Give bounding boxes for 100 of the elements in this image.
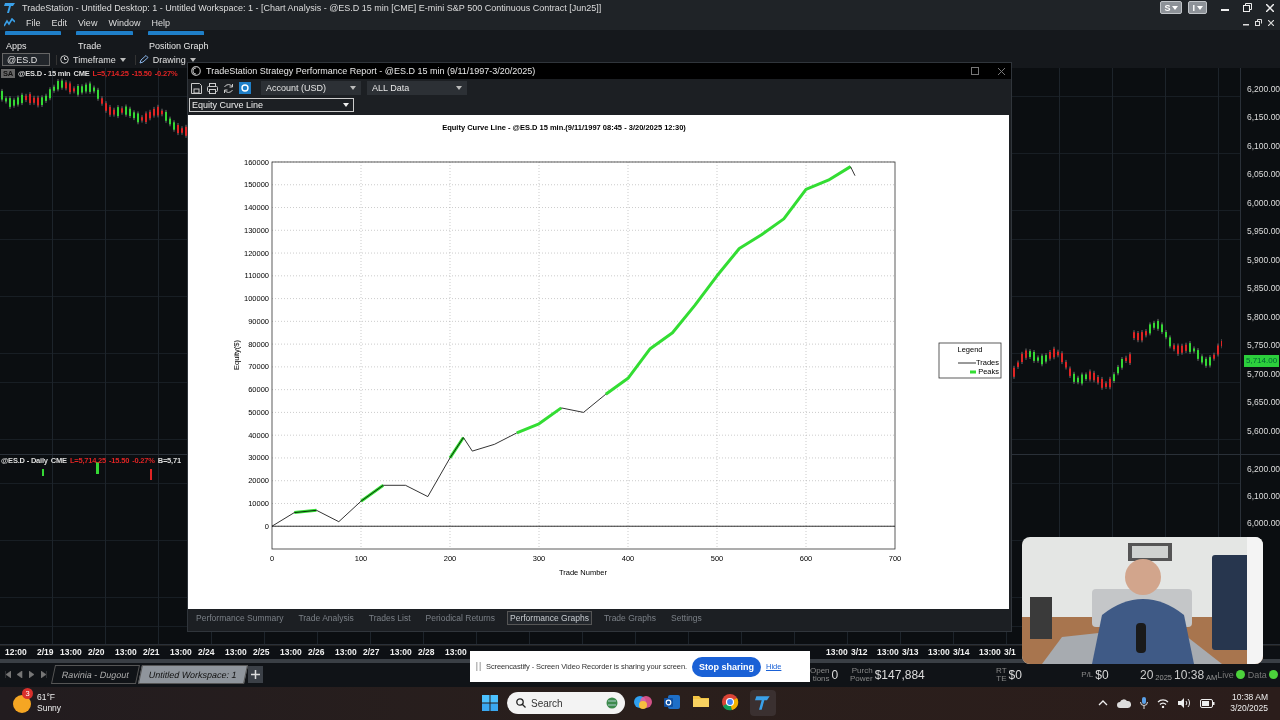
- candlestick: [1073, 371, 1075, 384]
- time-label: 13:00: [390, 647, 412, 658]
- candlestick: [1101, 376, 1103, 390]
- candlestick: [1193, 345, 1195, 353]
- candlestick: [53, 84, 55, 93]
- menu-item[interactable]: Window: [108, 18, 141, 28]
- candlestick: [1053, 346, 1055, 359]
- report-icon: [191, 66, 201, 76]
- candlestick: [1109, 376, 1111, 389]
- stop-sharing-button[interactable]: Stop sharing: [691, 656, 761, 677]
- search-icon: [516, 698, 526, 709]
- pen-icon: [138, 55, 149, 65]
- candlestick: [105, 100, 107, 113]
- candlestick: [173, 119, 175, 132]
- candlestick: [1117, 364, 1119, 375]
- menu-item[interactable]: Help: [151, 18, 170, 28]
- report-tab[interactable]: Settings: [668, 611, 705, 625]
- cloud-icon[interactable]: [1117, 698, 1132, 708]
- report-tab[interactable]: Performance Graphs: [507, 611, 592, 625]
- candlestick: [101, 95, 103, 106]
- workspace-tab[interactable]: Ravinia - Dugout: [51, 665, 141, 685]
- date-label: 2/19: [37, 647, 54, 658]
- chevron-up-icon[interactable]: [1098, 700, 1109, 707]
- settings-icon[interactable]: [239, 82, 251, 94]
- app-icon[interactable]: [4, 18, 15, 28]
- candlestick: [1097, 374, 1099, 385]
- restore-icon[interactable]: [1255, 19, 1262, 27]
- toolbar-button[interactable]: Timeframe: [56, 54, 129, 65]
- add-tab-button[interactable]: [247, 666, 263, 684]
- report-tab[interactable]: Trade Graphs: [600, 611, 660, 625]
- restore-icon[interactable]: [1243, 3, 1252, 13]
- skip-icon[interactable]: [5, 671, 11, 679]
- report-tab[interactable]: Performance Summary: [193, 611, 287, 625]
- candlestick: [161, 108, 163, 116]
- plus-icon: [250, 670, 260, 680]
- microphone-icon[interactable]: [1140, 697, 1149, 710]
- date-label: 2/26: [308, 647, 325, 658]
- candlestick: [13, 97, 15, 108]
- time-label: 13:00: [979, 647, 1001, 658]
- candlestick: [77, 83, 79, 97]
- weather-condition: Sunny: [37, 703, 62, 715]
- candlestick: [1113, 371, 1115, 383]
- taskbar-clock[interactable]: 10:38 AM 3/20/2025: [1230, 692, 1268, 715]
- symbol-dropdown[interactable]: @ES.D: [2, 53, 50, 67]
- candlestick: [1157, 318, 1159, 331]
- candlestick: [1149, 321, 1151, 335]
- workspace-tab[interactable]: Untitled Workspace: 1: [138, 665, 248, 685]
- candlestick: [81, 83, 83, 95]
- report-tab[interactable]: Trades List: [365, 611, 414, 625]
- save-icon[interactable]: [191, 82, 202, 94]
- candlestick: [1017, 360, 1019, 369]
- wifi-icon[interactable]: [1157, 698, 1170, 709]
- report-tab[interactable]: Periodical Returns: [422, 611, 498, 625]
- windows-icon[interactable]: [482, 695, 498, 712]
- maximize-icon[interactable]: [971, 67, 979, 75]
- candlestick: [1049, 349, 1051, 361]
- battery-icon[interactable]: [1200, 698, 1216, 708]
- candlestick: [121, 105, 123, 115]
- candlestick: [113, 107, 115, 117]
- candlestick: [1033, 349, 1035, 363]
- candlestick: [5, 95, 7, 104]
- weather-icon[interactable]: [13, 695, 31, 714]
- candlestick: [1041, 353, 1043, 366]
- print-icon[interactable]: [207, 82, 218, 94]
- status-label: Open: [810, 666, 830, 675]
- candlestick: [73, 85, 75, 93]
- graph-type-dropdown[interactable]: Equity Curve Line: [189, 98, 354, 112]
- date-label: 3/12: [851, 647, 868, 658]
- candlestick: [1185, 342, 1187, 353]
- menu-item[interactable]: Edit: [51, 18, 68, 28]
- candlestick: [1021, 351, 1023, 364]
- candlestick: [25, 93, 27, 102]
- refresh-icon[interactable]: [223, 82, 234, 94]
- menu-item[interactable]: File: [26, 18, 41, 28]
- menu-item[interactable]: View: [78, 18, 98, 28]
- candlestick: [97, 87, 99, 101]
- app-icon[interactable]: [755, 695, 771, 712]
- indicator-label: Data: [1247, 669, 1267, 680]
- time-label: 13:00: [335, 647, 357, 658]
- time-label: 13:00: [115, 647, 137, 658]
- data-range-dropdown[interactable]: ALL Data: [367, 81, 467, 95]
- drag-handle-icon[interactable]: [476, 662, 481, 671]
- clock-icon: [60, 55, 69, 65]
- time-label: 13:00: [60, 647, 82, 658]
- candlestick: [1125, 355, 1127, 363]
- candlestick: [133, 109, 135, 120]
- skip-icon[interactable]: [41, 671, 47, 679]
- search-field[interactable]: Search: [507, 692, 625, 715]
- speaker-icon[interactable]: [1178, 698, 1192, 709]
- candlestick: [1013, 365, 1015, 379]
- candlestick: [181, 125, 183, 135]
- candlestick: [1177, 343, 1179, 356]
- price-label: 5,850.00: [1247, 282, 1280, 295]
- status-label: Purch: [850, 666, 873, 675]
- candlestick: [1217, 343, 1219, 357]
- candlestick: [1137, 330, 1139, 342]
- candlestick: [141, 114, 143, 123]
- account-dropdown[interactable]: Account (USD): [261, 81, 361, 95]
- report-tab[interactable]: Trade Analysis: [295, 611, 357, 625]
- caret-icon: [456, 86, 462, 90]
